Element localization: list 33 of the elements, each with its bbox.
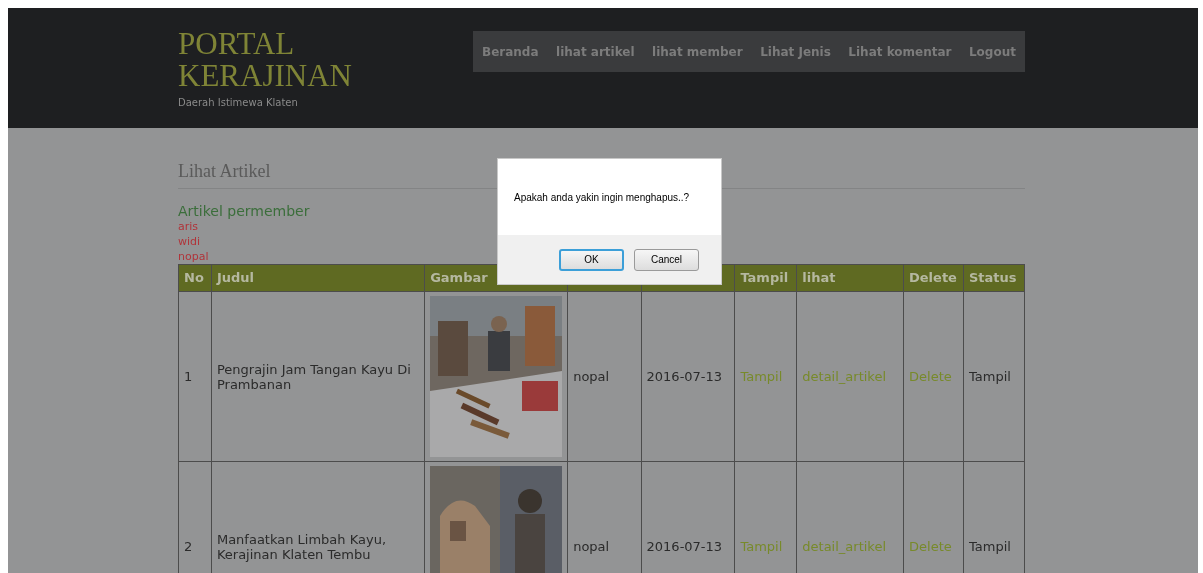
section-title: Artikel permember: [178, 203, 311, 219]
member-link[interactable]: widi: [178, 234, 201, 249]
show-link[interactable]: Tampil: [740, 368, 783, 384]
site-subtitle: Daerah Istimewa Klaten: [178, 96, 299, 110]
column-header: lihat: [796, 264, 904, 292]
nav-link[interactable]: Logout: [968, 42, 1016, 61]
nav-link[interactable]: Beranda: [482, 42, 539, 61]
show-link[interactable]: Tampil: [740, 538, 783, 554]
table-cell: 2016-07-13: [641, 291, 735, 462]
table-cell: 1: [178, 291, 212, 462]
nav-link[interactable]: Lihat Jenis: [760, 42, 831, 61]
delete-link[interactable]: Delete: [909, 538, 952, 554]
table-cell: nopal: [567, 291, 642, 462]
nav-link[interactable]: lihat artikel: [556, 42, 635, 61]
site-title: PORTAL KERAJINAN: [178, 28, 353, 92]
dialog-button[interactable]: OK: [559, 248, 624, 271]
detail-link[interactable]: detail_artikel: [802, 368, 887, 384]
nav-link[interactable]: lihat member: [652, 42, 743, 61]
column-header: Status: [963, 264, 1025, 292]
table-cell: Tampil: [963, 291, 1025, 462]
column-header: No: [178, 264, 212, 292]
column-header: Judul: [211, 264, 425, 292]
column-header: Tampil: [734, 264, 797, 292]
dialog-button[interactable]: Cancel: [634, 248, 699, 271]
dialog-message: Apakah anda yakin ingin menghapus..?: [514, 190, 690, 205]
table-cell: Pengrajin Jam Tangan Kayu Di Prambanan: [211, 291, 425, 462]
member-link[interactable]: aris: [178, 219, 199, 234]
detail-link[interactable]: detail_artikel: [802, 538, 887, 554]
member-link[interactable]: nopal: [178, 249, 209, 264]
table-cell: 2: [178, 461, 212, 573]
nav-link[interactable]: Lihat komentar: [848, 42, 952, 61]
column-header: Delete: [903, 264, 964, 292]
delete-link[interactable]: Delete: [909, 368, 952, 384]
